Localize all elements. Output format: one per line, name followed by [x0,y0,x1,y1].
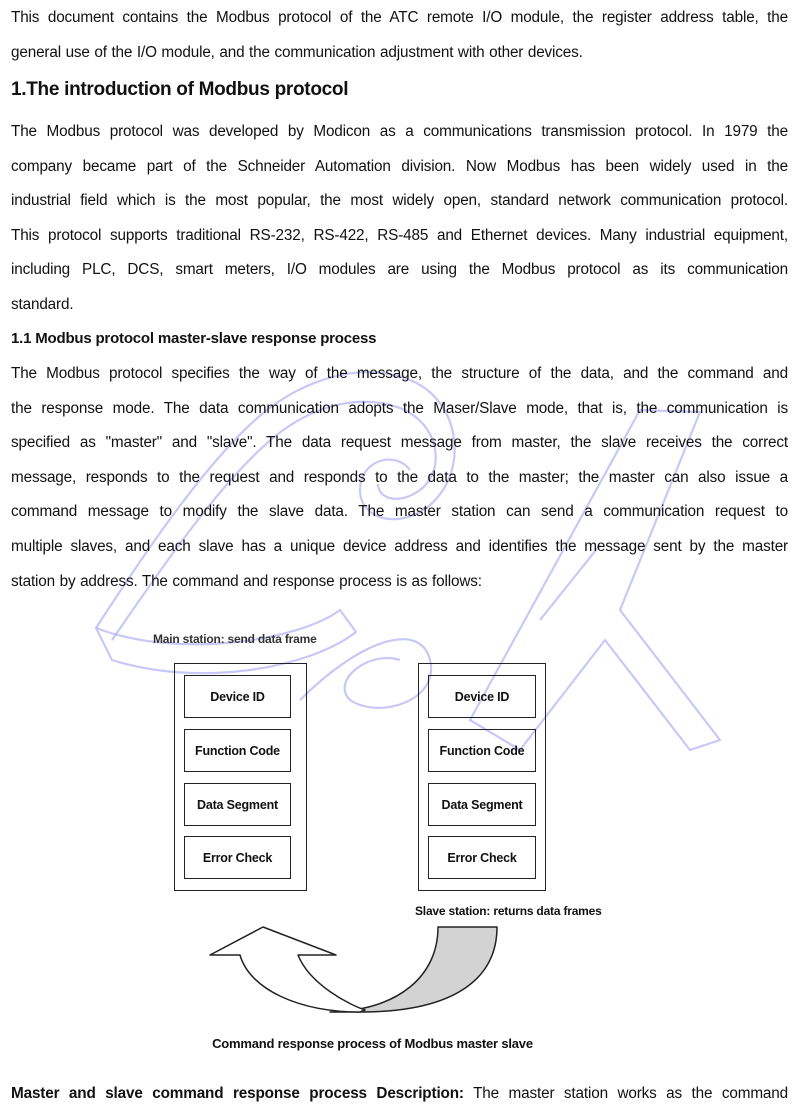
response-arrows [209,926,498,1013]
description-lead: Master and slave command response proces… [11,1085,464,1102]
command-arrow-icon [209,926,366,1013]
response-arrow-icon [329,926,498,1013]
description-paragraph: Master and slave command response proces… [11,1085,788,1103]
diagram-caption: Command response process of Modbus maste… [212,1036,533,1051]
description-text: The master station works as the command [463,1085,788,1102]
